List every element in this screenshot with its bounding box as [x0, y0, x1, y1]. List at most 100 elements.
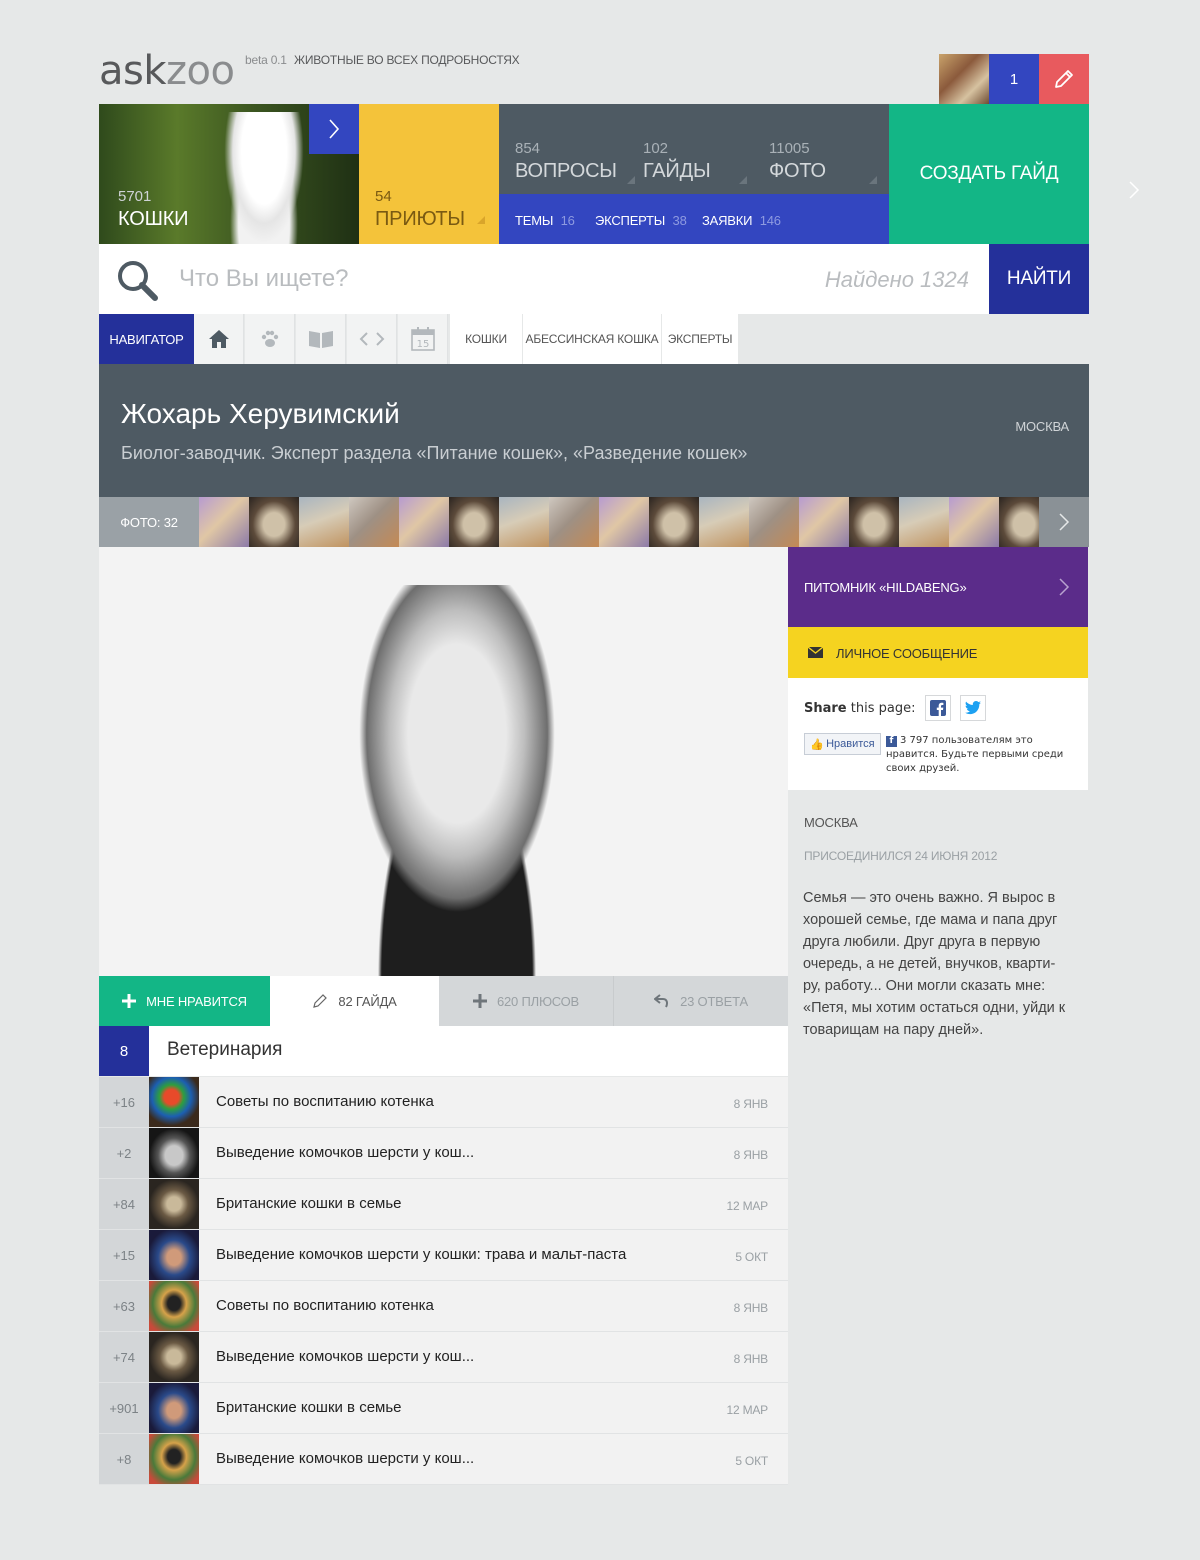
tile-cats[interactable]: 5701 КОШКИ	[99, 104, 359, 244]
search-input[interactable]	[179, 262, 739, 296]
item-score: +74	[99, 1332, 149, 1382]
corner-triangle-icon	[739, 176, 747, 184]
code-icon	[359, 332, 384, 346]
corner-triangle-icon	[477, 216, 485, 224]
item-score: +2	[99, 1128, 149, 1178]
item-date: 12 МАР	[726, 1403, 769, 1417]
facebook-like-text: f3 797 пользователям это нравится. Будьт…	[886, 735, 1064, 774]
photo-thumb[interactable]	[699, 497, 749, 547]
photo-thumb[interactable]	[549, 497, 599, 547]
chevron-right-icon	[1059, 513, 1070, 531]
link-requests[interactable]: ЗАЯВКИ 146	[702, 213, 781, 228]
twitter-share-button[interactable]	[960, 695, 986, 721]
portrait-image	[324, 585, 590, 976]
like-button[interactable]: МНЕ НРАВИТСЯ	[99, 976, 270, 1026]
share-label: Share this page:	[804, 701, 916, 716]
breadcrumb-abyssinian[interactable]: АБЕССИНСКАЯ КОШКА	[523, 314, 662, 364]
photos-next-button[interactable]	[1039, 497, 1089, 547]
chevron-right-icon[interactable]	[1128, 180, 1140, 206]
notifications-button[interactable]: 1	[989, 54, 1039, 104]
cats-next-button[interactable]	[309, 104, 359, 154]
tile-photos[interactable]: 11005 ФОТО	[769, 104, 877, 194]
facebook-like-button[interactable]: 👍 Нравится	[804, 733, 881, 755]
private-message-button[interactable]: ЛИЧНОЕ СООБЩЕНИЕ	[788, 627, 1088, 678]
tab-answers[interactable]: 23 ОТВЕТА	[613, 976, 788, 1026]
create-guide-button[interactable]: СОЗДАТЬ ГАЙД	[889, 104, 1089, 244]
search-button[interactable]: НАЙТИ	[989, 244, 1089, 314]
tab-pluses[interactable]: 620 ПЛЮСОВ	[439, 976, 613, 1026]
nav-book[interactable]	[296, 314, 346, 364]
item-title: Британские кошки в семье	[216, 1399, 402, 1416]
nav-home[interactable]	[194, 314, 244, 364]
plus-icon	[472, 994, 487, 1008]
photo-thumb[interactable]	[399, 497, 449, 547]
photo-thumb[interactable]	[949, 497, 999, 547]
edit-button[interactable]	[1039, 54, 1089, 104]
photo-thumb[interactable]	[349, 497, 399, 547]
search-icon	[118, 261, 158, 301]
photo-thumb[interactable]	[199, 497, 249, 547]
item-date: 5 ОКТ	[735, 1250, 768, 1264]
list-item[interactable]: +901 Британские кошки в семье 12 МАР	[99, 1383, 788, 1434]
list-item[interactable]: +8 Выведение комочков шерсти у кош... 5 …	[99, 1434, 788, 1485]
photo-thumb[interactable]	[649, 497, 699, 547]
avatar	[149, 1077, 199, 1127]
reply-icon	[654, 994, 669, 1008]
navigator-label[interactable]: НАВИГАТОР	[99, 314, 194, 364]
photo-thumb[interactable]	[799, 497, 849, 547]
logo-ask: ask	[99, 48, 167, 94]
tile-questions[interactable]: 854 ВОПРОСЫ	[515, 104, 635, 194]
category-title[interactable]: Ветеринария	[167, 1039, 282, 1061]
list-item[interactable]: +74 Выведение комочков шерсти у кош... 8…	[99, 1332, 788, 1383]
calendar-icon: 15	[410, 327, 435, 351]
photo-thumb[interactable]	[299, 497, 349, 547]
item-score: +901	[99, 1383, 149, 1433]
logo-zoo: zoo	[166, 48, 235, 94]
photo-thumb[interactable]	[499, 497, 549, 547]
book-icon	[308, 331, 333, 348]
cat-photo	[224, 112, 304, 244]
chevron-right-icon	[1059, 578, 1070, 596]
tab-guides[interactable]: 82 ГАЙДА	[270, 976, 439, 1026]
photo-thumb[interactable]	[899, 497, 949, 547]
photo-thumb[interactable]	[599, 497, 649, 547]
svg-text:15: 15	[416, 339, 429, 350]
link-topics[interactable]: ТЕМЫ 16	[515, 213, 575, 228]
breadcrumb-cats[interactable]: КОШКИ	[450, 314, 523, 364]
facebook-share-button[interactable]	[925, 695, 951, 721]
photo-thumb[interactable]	[749, 497, 799, 547]
item-score: +63	[99, 1281, 149, 1331]
item-date: 12 МАР	[726, 1199, 769, 1213]
item-title: Советы по воспитанию котенка	[216, 1093, 434, 1110]
list-item[interactable]: +84 Британские кошки в семье 12 МАР	[99, 1179, 788, 1230]
breadcrumb-experts[interactable]: ЭКСПЕРТЫ	[662, 314, 739, 364]
item-title: Выведение комочков шерсти у кошки: трава…	[216, 1246, 627, 1263]
photo-thumb[interactable]	[449, 497, 499, 547]
corner-triangle-icon	[869, 176, 877, 184]
nav-calendar[interactable]: 15	[398, 314, 448, 364]
tile-guides[interactable]: 102 ГАЙДЫ	[643, 104, 747, 194]
pencil-icon	[313, 994, 328, 1008]
paw-icon	[261, 330, 278, 347]
envelope-icon	[808, 647, 823, 658]
logo[interactable]: askzoo	[99, 48, 235, 94]
list-item[interactable]: +2 Выведение комочков шерсти у кош... 8 …	[99, 1128, 788, 1179]
link-experts[interactable]: ЭКСПЕРТЫ 38	[595, 213, 687, 228]
nav-paw[interactable]	[245, 314, 295, 364]
nav-code[interactable]	[347, 314, 397, 364]
kennel-link[interactable]: ПИТОМНИК «HILDABENG»	[788, 547, 1088, 627]
list-item[interactable]: +63 Советы по воспитанию котенка 8 ЯНВ	[99, 1281, 788, 1332]
user-avatar[interactable]	[939, 54, 989, 104]
category-header: 8 Ветеринария	[99, 1026, 788, 1076]
item-date: 5 ОКТ	[735, 1454, 768, 1468]
share-panel: Share this page: 👍 Нравится f3 797 пользо…	[788, 678, 1088, 790]
photo-thumb[interactable]	[249, 497, 299, 547]
tile-stats: 854 ВОПРОСЫ 102 ГАЙДЫ 11005 ФОТО	[499, 104, 889, 194]
list-item[interactable]: +15 Выведение комочков шерсти у кошки: т…	[99, 1230, 788, 1281]
beta-label: beta 0.1	[245, 53, 287, 67]
cats-label: КОШКИ	[118, 208, 189, 230]
avatar	[149, 1383, 199, 1433]
list-item[interactable]: +16 Советы по воспитанию котенка 8 ЯНВ	[99, 1077, 788, 1128]
tile-shelters[interactable]: 54 ПРИЮТЫ	[359, 104, 499, 244]
photo-thumb[interactable]	[849, 497, 899, 547]
